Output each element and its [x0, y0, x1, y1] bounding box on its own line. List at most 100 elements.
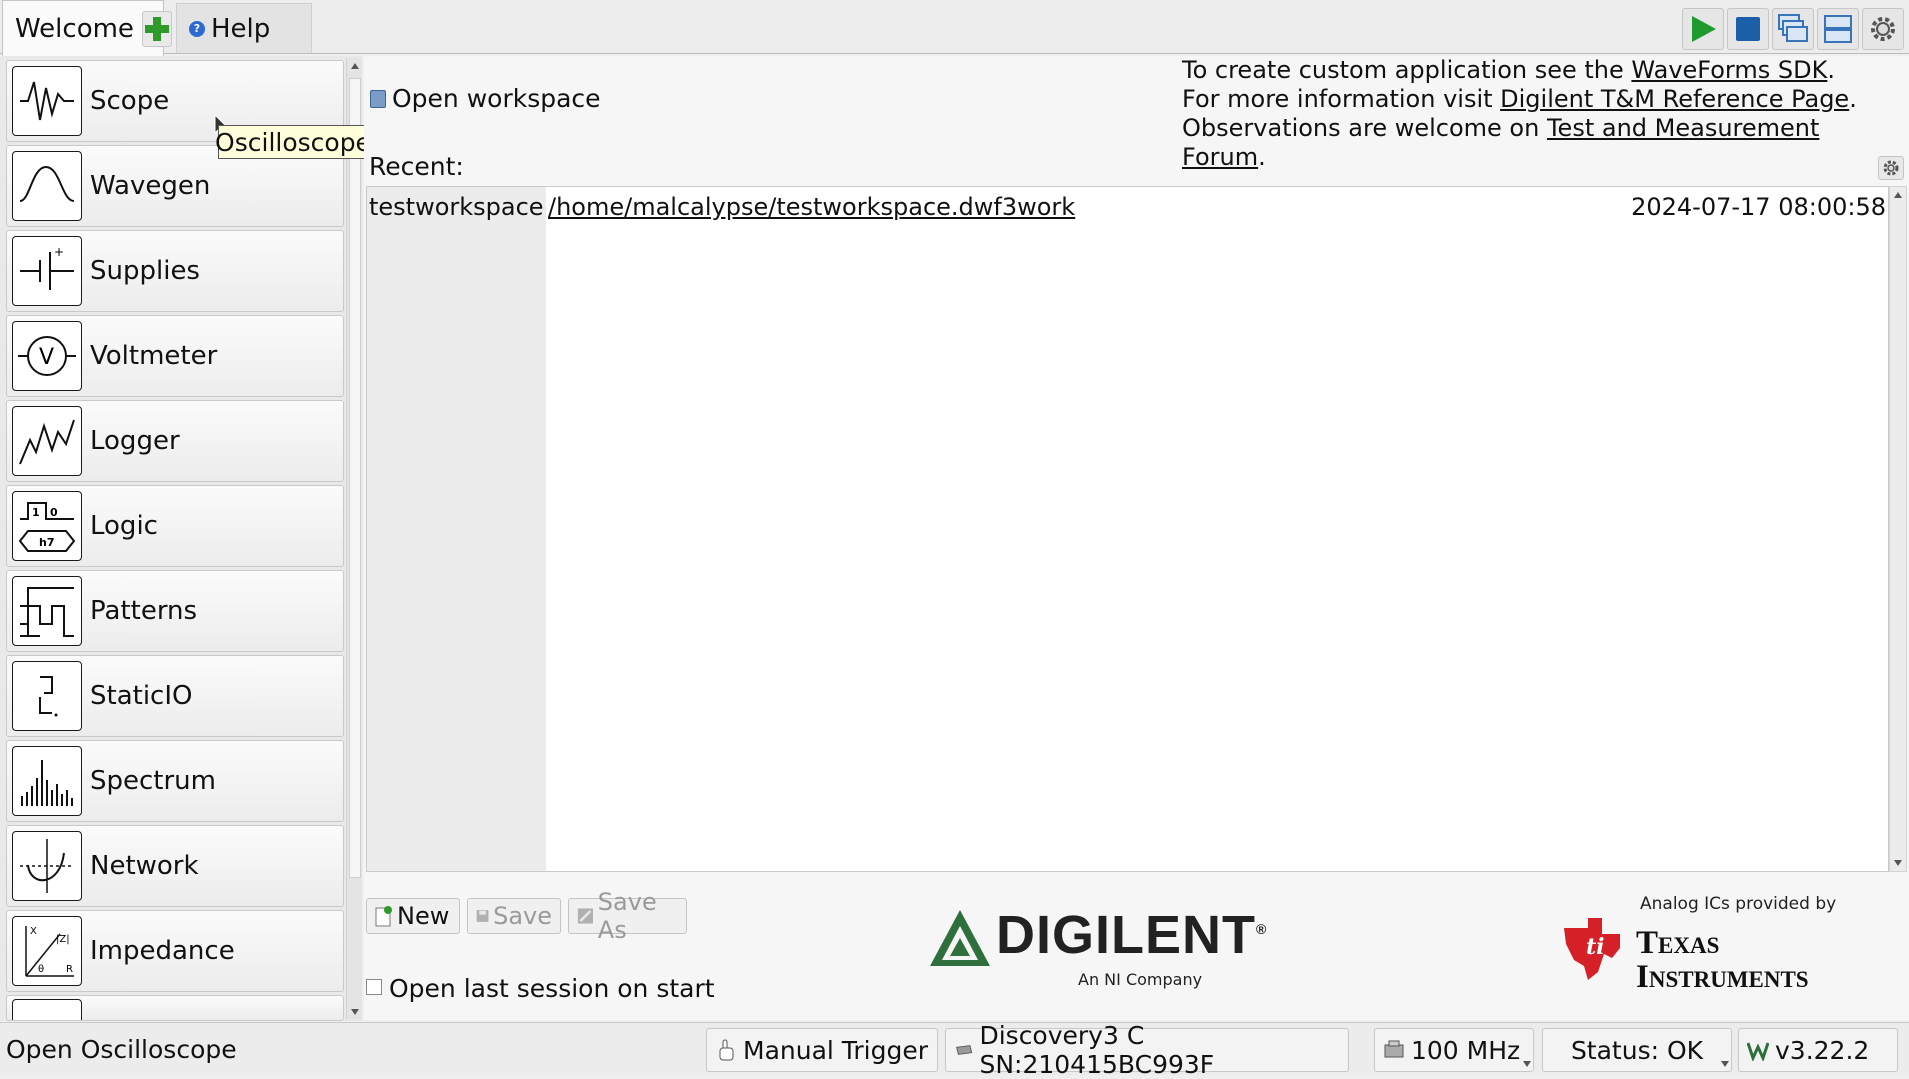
info-text-static: .: [1258, 143, 1266, 171]
new-document-icon: [375, 906, 392, 927]
logic-digit-0: 0: [50, 506, 58, 519]
play-icon: [1692, 16, 1716, 42]
save-as-label: Save As: [597, 888, 657, 944]
digilent-logo: DIGILENT® An NI Company: [928, 905, 1266, 989]
save-label: Save: [493, 902, 552, 930]
svg-text:ti: ti: [1586, 934, 1605, 960]
scroll-down-icon[interactable]: [350, 1008, 360, 1016]
digilent-wordmark-text: DIGILENT: [996, 905, 1256, 965]
instrument-label: Network: [90, 851, 199, 881]
tab-help[interactable]: ? Help: [176, 3, 312, 53]
windows-cascade-button[interactable]: [1772, 8, 1814, 50]
scroll-down-icon[interactable]: [1893, 859, 1903, 867]
windows-tile-icon: [1824, 15, 1852, 43]
instrument-logger-button[interactable]: Logger: [6, 400, 344, 482]
recent-row[interactable]: testworkspace /home/malcalypse/testworks…: [367, 189, 1888, 225]
info-text-static: .: [1827, 56, 1835, 84]
status-label: Status: OK: [1570, 1035, 1704, 1065]
manual-trigger-label: Manual Trigger: [743, 1035, 929, 1065]
sine-wave-icon: [12, 151, 82, 221]
tab-welcome-label: Welcome: [15, 13, 134, 44]
version-button[interactable]: v3.22.2: [1738, 1028, 1898, 1072]
digilent-triangle-icon: [930, 910, 990, 966]
plus-sign: +: [54, 245, 64, 259]
info-text-static: .: [1849, 85, 1857, 113]
open-last-session-checkbox[interactable]: [366, 979, 382, 995]
scrollbar-thumb[interactable]: [349, 78, 361, 878]
info-text-static: Observations are welcome on: [1182, 114, 1547, 142]
static-io-icon: [12, 661, 82, 731]
open-last-session-label[interactable]: Open last session on start: [389, 974, 715, 1003]
plus-icon: [144, 16, 169, 41]
recent-scrollbar[interactable]: [1889, 186, 1907, 872]
open-workspace-label: Open workspace: [392, 84, 601, 113]
logic-bus-value: h7: [39, 536, 55, 549]
instrument-spectrum-button[interactable]: Spectrum: [6, 740, 344, 822]
stop-icon: [1736, 17, 1760, 41]
instrument-network-button[interactable]: Network: [6, 825, 344, 907]
instrument-voltmeter-button[interactable]: V Voltmeter: [6, 315, 344, 397]
info-text-static: To create custom application see the: [1182, 56, 1632, 84]
logger-trace-icon: [12, 406, 82, 476]
theta-letter: θ: [38, 964, 44, 975]
impedance-icon: X |Z| θ R: [12, 916, 82, 986]
save-workspace-button[interactable]: Save: [467, 898, 561, 934]
stop-all-button[interactable]: [1727, 8, 1769, 50]
instrument-next-button[interactable]: [6, 995, 344, 1021]
save-as-workspace-button[interactable]: Save As: [568, 888, 687, 944]
recent-name[interactable]: testworkspace: [369, 193, 544, 221]
instrument-label: Supplies: [90, 256, 200, 286]
scroll-up-icon[interactable]: [1893, 191, 1903, 199]
voltmeter-icon: V: [12, 321, 82, 391]
recent-name-column: [367, 187, 546, 871]
save-as-disk-icon: [577, 908, 593, 924]
instrument-supplies-button[interactable]: + Supplies: [6, 230, 344, 312]
chevron-down-icon: [1721, 1061, 1729, 1067]
folder-icon: [370, 89, 386, 108]
instrument-label: Scope: [90, 86, 170, 116]
instrument-list-scrollbar[interactable]: [346, 58, 362, 1020]
gear-icon: [1883, 160, 1899, 176]
ti-state-logo-icon: ti: [1564, 918, 1620, 980]
status-indicator[interactable]: Status: OK: [1542, 1028, 1732, 1072]
settings-button[interactable]: [1862, 8, 1904, 50]
ti-caption: Analog ICs provided by: [1640, 894, 1837, 914]
waveforms-sdk-link[interactable]: WaveForms SDK: [1631, 56, 1827, 84]
status-message: Open Oscilloscope: [6, 1035, 237, 1064]
instrument-label: Logic: [90, 511, 158, 541]
tooltip: Oscilloscope: [215, 125, 371, 159]
instrument-label: Logger: [90, 426, 180, 456]
add-instrument-button[interactable]: [141, 10, 172, 47]
recent-options-button[interactable]: [1878, 156, 1904, 180]
info-text: To create custom application see the Wav…: [1182, 56, 1909, 172]
info-line-reference: For more information visit Digilent T&M …: [1182, 85, 1909, 114]
reference-page-link[interactable]: Digilent T&M Reference Page: [1500, 85, 1849, 113]
tab-welcome[interactable]: Welcome: [2, 0, 172, 56]
instrument-label: Patterns: [90, 596, 198, 626]
save-disk-icon: [476, 910, 489, 922]
recent-path-link[interactable]: /home/malcalypse/testworkspace.dwf3work: [548, 193, 1075, 221]
info-text-static: For more information visit: [1182, 85, 1501, 113]
run-all-button[interactable]: [1682, 8, 1724, 50]
registered-mark: ®: [1256, 921, 1268, 937]
instrument-label: Impedance: [90, 936, 235, 966]
instrument-patterns-button[interactable]: Patterns: [6, 570, 344, 652]
instrument-impedance-button[interactable]: X |Z| θ R Impedance: [6, 910, 344, 992]
recent-workspaces-list: testworkspace /home/malcalypse/testworks…: [366, 186, 1889, 872]
axis-x-letter: X: [30, 926, 37, 937]
digilent-wordmark: DIGILENT®: [996, 904, 1267, 966]
scroll-up-icon[interactable]: [350, 62, 360, 70]
device-select-button[interactable]: Discovery3 C SN:210415BC993F: [945, 1021, 1349, 1079]
new-label: New: [397, 902, 450, 930]
windows-tile-button[interactable]: [1817, 8, 1859, 50]
gear-icon: [1871, 17, 1895, 41]
open-workspace-button[interactable]: Open workspace: [370, 84, 601, 113]
frequency-select[interactable]: 100 MHz: [1374, 1028, 1534, 1072]
recent-label: Recent:: [369, 152, 464, 181]
manual-trigger-button[interactable]: Manual Trigger: [706, 1028, 938, 1072]
version-label: v3.22.2: [1775, 1035, 1870, 1065]
instrument-logic-button[interactable]: 1 0 h7 Logic: [6, 485, 344, 567]
info-line-forum: Observations are welcome on Test and Mea…: [1182, 114, 1909, 172]
instrument-staticio-button[interactable]: StaticIO: [6, 655, 344, 737]
new-workspace-button[interactable]: New: [366, 898, 460, 934]
